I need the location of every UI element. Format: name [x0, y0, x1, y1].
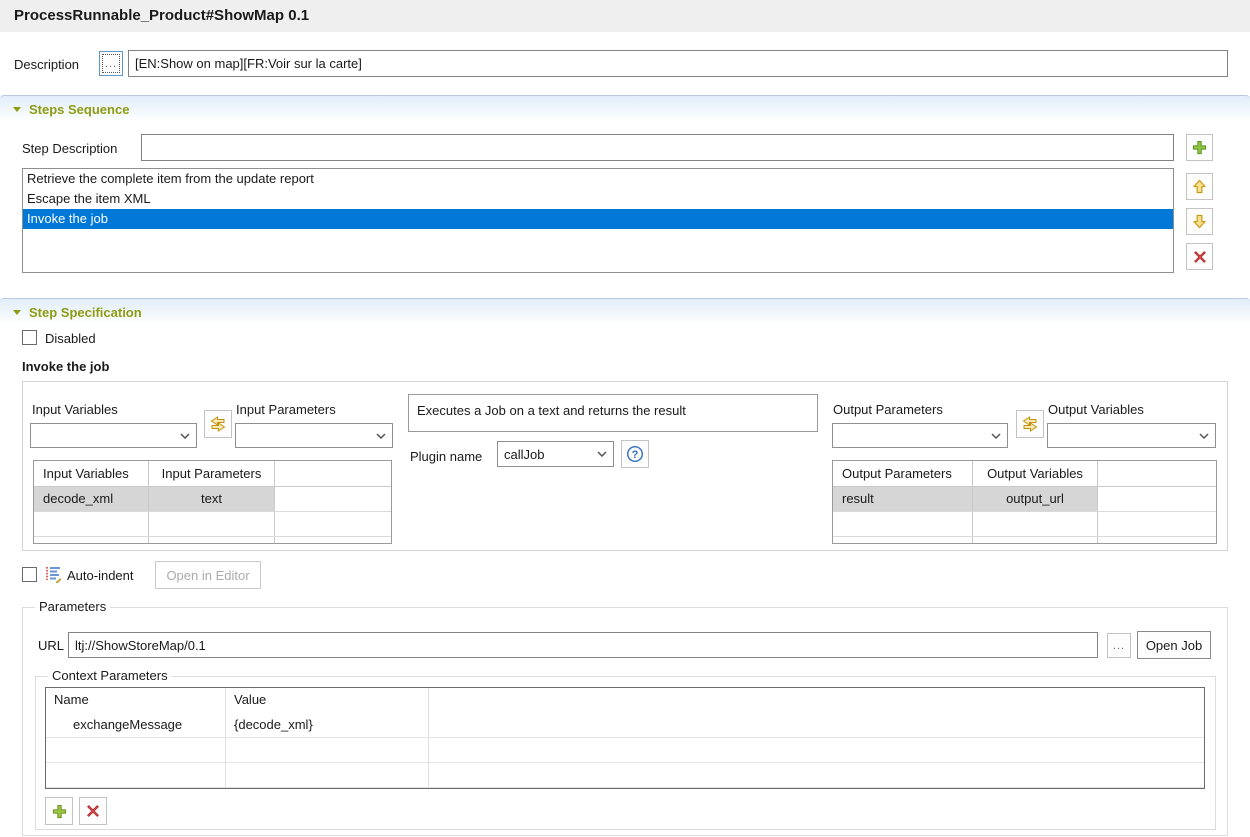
plugin-name-dropdown[interactable]: callJob — [497, 441, 614, 467]
table-cell[interactable]: {decode_xml} — [226, 713, 429, 737]
table-cell[interactable]: text — [149, 487, 275, 511]
input-parameters-dropdown[interactable] — [235, 423, 393, 448]
output-mapping-table: Output Parameters Output Variables resul… — [832, 460, 1217, 544]
delete-context-parameter-button[interactable] — [79, 797, 107, 825]
column-header-empty — [1098, 461, 1216, 486]
step-title: Invoke the job — [22, 359, 109, 374]
chevron-down-icon — [991, 433, 1001, 439]
description-label: Description — [14, 57, 79, 72]
step-list-item-selected[interactable]: Invoke the job — [23, 209, 1173, 229]
step-list-item[interactable]: Escape the item XML — [23, 189, 1173, 209]
auto-indent-icon — [44, 565, 62, 583]
step-description-input[interactable] — [141, 134, 1174, 161]
plugin-name-label: Plugin name — [410, 449, 482, 464]
input-parameters-label: Input Parameters — [236, 402, 336, 417]
context-parameters-legend: Context Parameters — [48, 668, 172, 683]
help-icon: ? — [626, 445, 644, 463]
url-input[interactable] — [68, 632, 1098, 658]
column-header[interactable]: Input Variables — [34, 461, 149, 486]
section-step-specification[interactable]: Step Specification — [0, 298, 1250, 325]
output-variables-label: Output Variables — [1048, 402, 1144, 417]
column-header[interactable]: Output Variables — [973, 461, 1098, 486]
output-parameters-label: Output Parameters — [833, 402, 943, 417]
table-cell-empty — [1098, 487, 1216, 511]
column-header[interactable]: Output Parameters — [833, 461, 973, 486]
section-steps-sequence[interactable]: Steps Sequence — [0, 95, 1250, 122]
arrow-down-icon — [1192, 214, 1207, 229]
delete-step-button[interactable] — [1186, 243, 1213, 270]
url-label: URL — [38, 638, 64, 653]
add-context-parameter-button[interactable] — [45, 797, 73, 825]
add-step-button[interactable] — [1186, 134, 1213, 161]
disabled-checkbox[interactable] — [22, 330, 37, 345]
chevron-down-icon — [376, 433, 386, 439]
collapse-arrow-icon — [13, 310, 21, 315]
move-step-up-button[interactable] — [1186, 173, 1213, 200]
step-specification-title: Step Specification — [29, 305, 142, 320]
table-cell[interactable]: decode_xml — [34, 487, 149, 511]
column-header-empty — [275, 461, 391, 486]
table-cell[interactable]: result — [833, 487, 973, 511]
steps-sequence-title: Steps Sequence — [29, 102, 129, 117]
swap-input-button[interactable] — [204, 410, 232, 438]
swap-arrows-icon — [1021, 415, 1039, 433]
delete-x-icon — [86, 804, 100, 818]
table-cell[interactable]: output_url — [973, 487, 1098, 511]
move-step-down-button[interactable] — [1186, 208, 1213, 235]
table-row-empty[interactable] — [833, 512, 1216, 537]
table-cell[interactable]: exchangeMessage — [46, 713, 226, 737]
context-parameters-table: Name Value exchangeMessage {decode_xml} — [45, 687, 1205, 789]
description-browse-button[interactable]: ... — [99, 51, 123, 76]
swap-arrows-icon — [209, 415, 227, 433]
step-list-item[interactable]: Retrieve the complete item from the upda… — [23, 169, 1173, 189]
input-variables-dropdown[interactable] — [30, 423, 197, 448]
plugin-description-box: Executes a Job on a text and returns the… — [408, 394, 818, 432]
svg-text:?: ? — [632, 449, 639, 461]
table-row-empty[interactable] — [34, 512, 391, 537]
page-title: ProcessRunnable_Product#ShowMap 0.1 — [0, 0, 1250, 32]
delete-x-icon — [1193, 250, 1207, 264]
swap-output-button[interactable] — [1016, 410, 1044, 438]
parameters-legend: Parameters — [35, 599, 110, 614]
table-row-empty[interactable] — [46, 738, 1204, 763]
chevron-down-icon — [597, 451, 607, 457]
collapse-arrow-icon — [13, 107, 21, 112]
table-row-empty[interactable] — [46, 763, 1204, 788]
table-cell-empty — [275, 487, 391, 511]
table-header-row: Name Value — [46, 688, 1204, 713]
chevron-down-icon — [180, 433, 190, 439]
step-description-label: Step Description — [22, 141, 117, 156]
plus-icon — [52, 804, 67, 819]
column-header[interactable]: Value — [226, 688, 429, 713]
column-header-empty — [429, 688, 1204, 713]
open-in-editor-button[interactable]: Open in Editor — [155, 561, 261, 589]
steps-list[interactable]: Retrieve the complete item from the upda… — [22, 168, 1174, 273]
table-row[interactable]: exchangeMessage {decode_xml} — [46, 713, 1204, 738]
input-mapping-table: Input Variables Input Parameters decode_… — [33, 460, 392, 544]
column-header[interactable]: Input Parameters — [149, 461, 275, 486]
input-variables-label: Input Variables — [32, 402, 118, 417]
plugin-help-button[interactable]: ? — [621, 440, 649, 468]
table-row[interactable]: decode_xml text — [34, 487, 391, 512]
arrow-up-icon — [1192, 179, 1207, 194]
table-cell-empty — [429, 713, 1204, 737]
chevron-down-icon — [1199, 433, 1209, 439]
plus-icon — [1192, 140, 1207, 155]
auto-indent-label: Auto-indent — [67, 568, 134, 583]
auto-indent-checkbox[interactable] — [22, 567, 37, 582]
description-input[interactable] — [128, 50, 1228, 77]
open-job-button[interactable]: Open Job — [1137, 631, 1211, 659]
url-browse-button[interactable]: ... — [1107, 633, 1131, 658]
output-parameters-dropdown[interactable] — [832, 423, 1008, 448]
plugin-name-value: callJob — [504, 447, 544, 462]
output-variables-dropdown[interactable] — [1047, 423, 1216, 448]
table-row[interactable]: result output_url — [833, 487, 1216, 512]
disabled-label: Disabled — [45, 331, 96, 346]
column-header[interactable]: Name — [46, 688, 226, 713]
